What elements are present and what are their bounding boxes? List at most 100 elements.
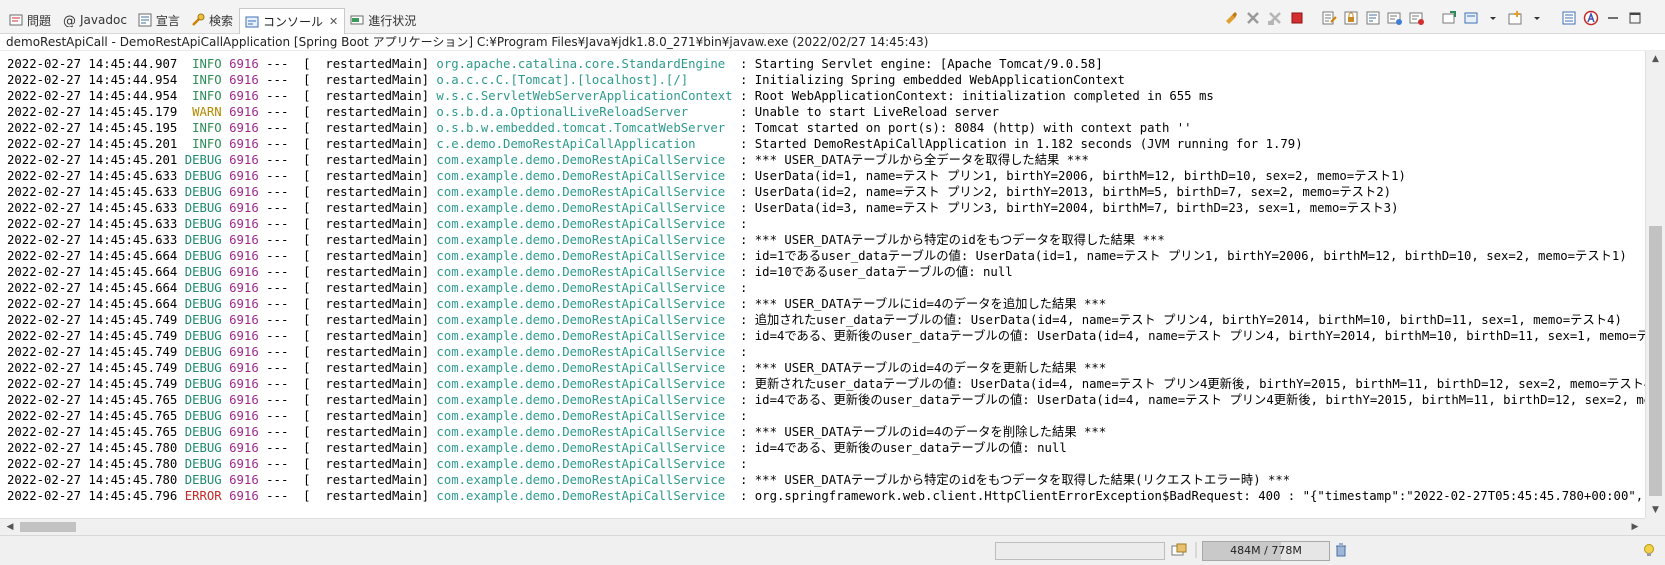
show-on-stderr-icon[interactable] — [1407, 9, 1427, 27]
log-pid: 6916 — [229, 57, 259, 71]
terminate-icon[interactable] — [1287, 9, 1307, 27]
spring-boot-dashboard-icon[interactable] — [1559, 9, 1579, 27]
tab-label: 宣言 — [155, 13, 180, 28]
log-line: 2022-02-27 14:45:45.664 DEBUG 6916 --- [… — [7, 264, 1645, 280]
log-timestamp: 2022-02-27 14:45:45.765 — [7, 425, 178, 439]
toolbar-separator — [1429, 9, 1437, 27]
scrollbar-corner — [1645, 518, 1665, 535]
horizontal-scroll-thumb[interactable] — [20, 522, 76, 532]
log-timestamp: 2022-02-27 14:45:45.633 — [7, 201, 178, 215]
terminate-all-icon[interactable] — [1243, 9, 1263, 27]
log-message: : Starting Servlet engine: [Apache Tomca… — [739, 57, 1103, 71]
progress-view-icon[interactable] — [1170, 541, 1188, 559]
pin-console-icon[interactable] — [1221, 9, 1241, 27]
log-level: INFO — [192, 57, 222, 71]
log-message: : UserData(id=3, name=テスト プリン3, birthY=2… — [739, 201, 1399, 215]
log-message: : id=10であるuser_dataテーブルの値: null — [739, 265, 1013, 279]
tab-progress[interactable]: 進行状況 — [345, 8, 422, 32]
log-level: WARN — [192, 105, 222, 119]
log-message: : 追加されたuser_dataテーブルの値: UserData(id=4, n… — [739, 313, 1622, 327]
display-selected-console-icon[interactable] — [1461, 9, 1481, 27]
tab-console[interactable]: コンソール ✕ — [238, 8, 346, 34]
console-output[interactable]: 2022-02-27 14:45:44.907 INFO 6916 --- [ … — [0, 51, 1645, 518]
status-bar: 484M / 778M — [0, 535, 1665, 565]
console-toolbar — [1221, 9, 1645, 27]
tab-search[interactable]: 検索 — [186, 8, 239, 32]
log-logger: com.example.demo.DemoRestApiCallService — [436, 153, 726, 167]
log-message: : *** USER_DATAテーブルから特定のidをもつデータを取得した結果(… — [739, 473, 1291, 487]
log-message: : id=4である、更新後のuser_dataテーブルの値: null — [739, 441, 1067, 455]
log-thread: --- [ restartedMain] — [266, 201, 430, 215]
garbage-collect-icon[interactable] — [1332, 541, 1350, 559]
log-thread: --- [ restartedMain] — [266, 441, 430, 455]
show-on-stdout-icon[interactable] — [1385, 9, 1405, 27]
scroll-lock-icon[interactable] — [1341, 9, 1361, 27]
scroll-right-arrow-icon[interactable]: ▶ — [1627, 519, 1643, 535]
log-timestamp: 2022-02-27 14:45:45.633 — [7, 217, 178, 231]
heap-status[interactable]: 484M / 778M — [1202, 541, 1330, 561]
dropdown-arrow-icon[interactable] — [1483, 9, 1503, 27]
log-message: : *** USER_DATAテーブルにid=4のデータを追加した結果 *** — [739, 297, 1107, 311]
log-line: 2022-02-27 14:45:45.195 INFO 6916 --- [ … — [7, 120, 1645, 136]
problems-icon — [8, 12, 24, 28]
log-logger: com.example.demo.DemoRestApiCallService — [436, 185, 726, 199]
scroll-up-arrow-icon[interactable]: ▲ — [1646, 51, 1665, 67]
log-thread: --- [ restartedMain] — [266, 73, 430, 87]
log-timestamp: 2022-02-27 14:45:45.179 — [7, 105, 178, 119]
log-message: : 更新されたuser_dataテーブルの値: UserData(id=4, n… — [739, 377, 1645, 391]
log-pid: 6916 — [229, 281, 259, 295]
tab-problems[interactable]: 問題 — [4, 8, 57, 32]
horizontal-scrollbar[interactable]: ◀ ▶ — [0, 518, 1645, 535]
log-timestamp: 2022-02-27 14:45:45.796 — [7, 489, 178, 503]
scroll-down-arrow-icon[interactable]: ▼ — [1646, 502, 1665, 518]
open-console-icon[interactable] — [1505, 9, 1525, 27]
view-tab-bar: 問題 @ Javadoc 宣言 検索 コンソール ✕ 進行状況 — [0, 0, 1665, 34]
log-line: 2022-02-27 14:45:45.749 DEBUG 6916 --- [… — [7, 360, 1645, 376]
scroll-left-arrow-icon[interactable]: ◀ — [2, 519, 18, 535]
log-line: 2022-02-27 14:45:45.780 DEBUG 6916 --- [… — [7, 440, 1645, 456]
log-logger: o.s.b.w.embedded.tomcat.TomcatWebServer — [436, 121, 726, 135]
log-level: DEBUG — [184, 457, 222, 471]
tips-lightbulb-icon[interactable] — [1640, 541, 1658, 559]
dropdown-arrow-icon[interactable] — [1527, 9, 1547, 27]
log-level: DEBUG — [184, 409, 222, 423]
log-level: INFO — [192, 89, 222, 103]
word-wrap-icon[interactable] — [1363, 9, 1383, 27]
tab-at[interactable]: @ Javadoc — [57, 8, 133, 32]
close-icon[interactable]: ✕ — [329, 15, 338, 28]
log-pid: 6916 — [229, 441, 259, 455]
log-level: INFO — [192, 73, 222, 87]
tab-declaration[interactable]: 宣言 — [133, 8, 186, 32]
log-level: DEBUG — [184, 281, 222, 295]
log-logger: com.example.demo.DemoRestApiCallService — [436, 457, 726, 471]
log-level: DEBUG — [184, 377, 222, 391]
maximize-view-icon[interactable] — [1625, 9, 1645, 27]
log-pid: 6916 — [229, 297, 259, 311]
log-thread: --- [ restartedMain] — [266, 89, 430, 103]
console-process-info: demoRestApiCall - DemoRestApiCallApplica… — [0, 34, 1665, 51]
log-timestamp: 2022-02-27 14:45:45.765 — [7, 409, 178, 423]
vertical-scrollbar[interactable]: ▲ ▼ — [1645, 51, 1665, 518]
log-logger: org.apache.catalina.core.StandardEngine — [436, 57, 726, 71]
minimize-view-icon[interactable] — [1603, 9, 1623, 27]
log-pid: 6916 — [229, 137, 259, 151]
log-logger: com.example.demo.DemoRestApiCallService — [436, 233, 726, 247]
log-level: DEBUG — [184, 153, 222, 167]
log-logger: com.example.demo.DemoRestApiCallService — [436, 361, 726, 375]
log-pid: 6916 — [229, 105, 259, 119]
log-thread: --- [ restartedMain] — [266, 297, 430, 311]
declaration-icon — [137, 12, 153, 28]
log-message: : Started DemoRestApiCallApplication in … — [739, 137, 1303, 151]
log-timestamp: 2022-02-27 14:45:45.780 — [7, 441, 178, 455]
log-thread: --- [ restartedMain] — [266, 409, 430, 423]
log-line: 2022-02-27 14:45:45.780 DEBUG 6916 --- [… — [7, 456, 1645, 472]
log-message: : — [739, 281, 748, 295]
vertical-scroll-thumb[interactable] — [1649, 226, 1662, 496]
pin-view-icon[interactable] — [1439, 9, 1459, 27]
log-thread: --- [ restartedMain] — [266, 105, 430, 119]
tab-label: コンソール — [262, 15, 323, 29]
log-line: 2022-02-27 14:45:45.749 DEBUG 6916 --- [… — [7, 312, 1645, 328]
spring-tool-icon[interactable] — [1581, 9, 1601, 27]
clear-console-icon[interactable] — [1319, 9, 1339, 27]
remove-all-terminated-icon[interactable] — [1265, 9, 1285, 27]
